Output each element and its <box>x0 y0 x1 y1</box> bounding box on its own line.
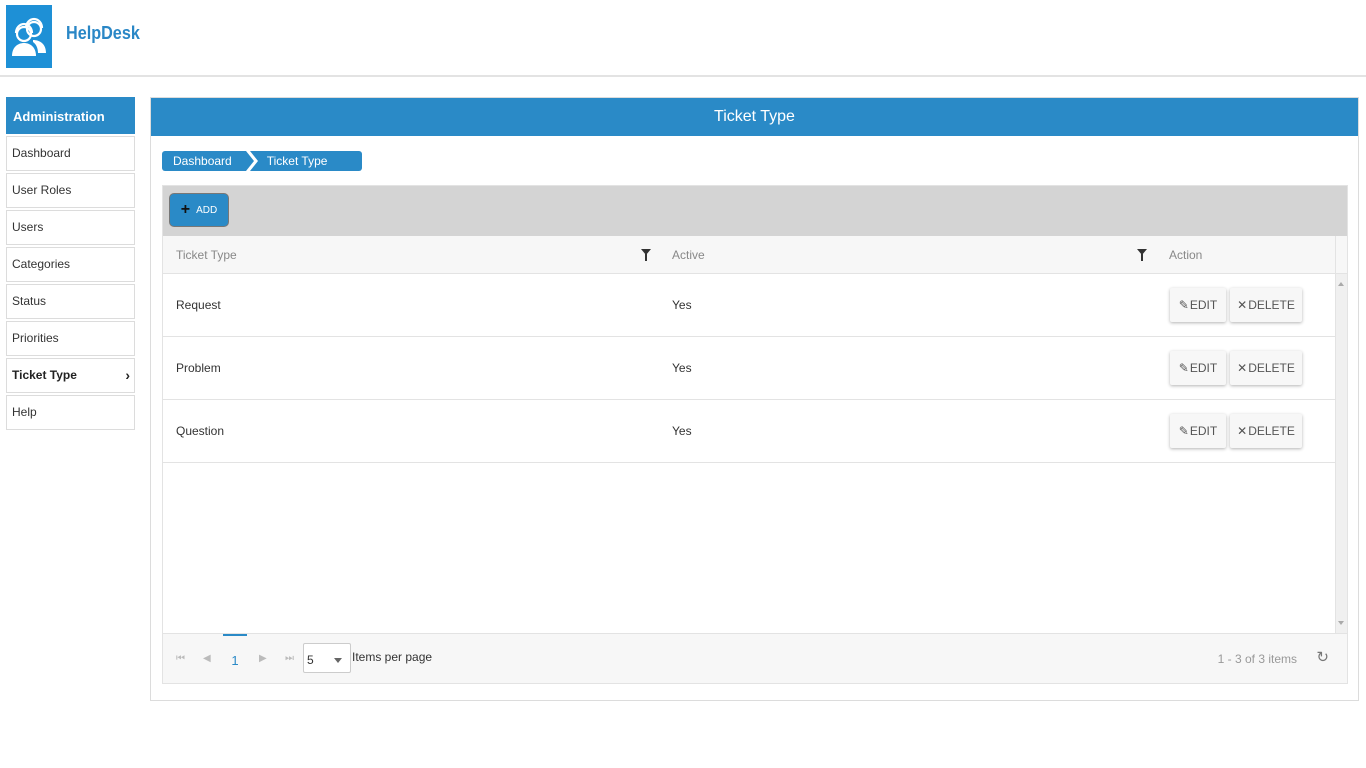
pencil-icon: ✎ <box>1178 361 1189 375</box>
sidebar-item-status[interactable]: Status <box>6 284 135 319</box>
pager-info: 1 - 3 of 3 items <box>1217 652 1297 666</box>
sidebar-item-ticket-type[interactable]: Ticket Type › <box>6 358 135 393</box>
delete-button[interactable]: ✕ DELETE <box>1230 414 1302 448</box>
delete-button[interactable]: ✕ DELETE <box>1230 351 1302 385</box>
chevron-down-icon <box>334 658 342 663</box>
chevron-right-icon: › <box>125 367 130 383</box>
sidebar-item-label: User Roles <box>12 183 72 197</box>
grid-pager: ⏮ ◀ 1 ▶ ⏭ 5 Items per page 1 - 3 of 3 it… <box>163 633 1347 683</box>
page-number-current[interactable]: 1 <box>223 634 247 684</box>
plus-icon: + <box>180 201 191 218</box>
cell-active: Yes <box>672 361 692 375</box>
grid-body: Request Yes ✎ EDIT ✕ DELETE Problem Yes ✎ E… <box>163 274 1335 633</box>
ticket-type-panel: Ticket Type Dashboard Ticket Type + ADD … <box>150 97 1359 701</box>
delete-label: DELETE <box>1248 361 1295 375</box>
page-title: Ticket Type <box>151 98 1358 136</box>
sidebar-item-label: Help <box>12 405 37 419</box>
header-scroll-spacer <box>1335 236 1347 274</box>
first-page-icon[interactable]: ⏮ <box>176 653 185 664</box>
grid-header: Ticket Type Active Action <box>163 236 1347 274</box>
cell-ticket-type: Question <box>176 424 225 438</box>
column-header-action: Action <box>1169 248 1203 262</box>
sidebar-heading: Administration <box>6 97 135 134</box>
app-title: HelpDesk <box>66 23 140 43</box>
admin-sidebar: Administration Dashboard User Roles User… <box>6 97 135 430</box>
cell-ticket-type: Problem <box>176 361 221 375</box>
edit-button[interactable]: ✎ EDIT <box>1170 288 1226 322</box>
sidebar-item-user-roles[interactable]: User Roles <box>6 173 135 208</box>
delete-button[interactable]: ✕ DELETE <box>1230 288 1302 322</box>
scroll-up-icon[interactable] <box>1338 282 1344 286</box>
edit-label: EDIT <box>1189 424 1218 438</box>
column-header-active[interactable]: Active <box>672 236 705 274</box>
vertical-scrollbar[interactable] <box>1335 274 1347 633</box>
sidebar-item-label: Users <box>12 220 44 234</box>
column-header-ticket-type[interactable]: Ticket Type <box>176 236 237 274</box>
edit-label: EDIT <box>1189 361 1218 375</box>
ticket-type-grid: + ADD Ticket Type Active Action Request … <box>162 185 1348 684</box>
pencil-icon: ✎ <box>1178 424 1189 438</box>
page-size-select[interactable]: 5 <box>303 643 351 673</box>
edit-label: EDIT <box>1189 298 1218 312</box>
add-button-label: ADD <box>196 204 218 216</box>
close-icon: ✕ <box>1237 298 1248 312</box>
delete-label: DELETE <box>1248 424 1295 438</box>
add-button[interactable]: + ADD <box>169 193 229 227</box>
table-row: Question Yes ✎ EDIT ✕ DELETE <box>163 400 1335 463</box>
table-row: Problem Yes ✎ EDIT ✕ DELETE <box>163 337 1335 400</box>
refresh-icon[interactable]: ↻ <box>1316 648 1329 666</box>
scroll-down-icon[interactable] <box>1338 621 1344 625</box>
cell-ticket-type: Request <box>176 298 221 312</box>
sidebar-item-users[interactable]: Users <box>6 210 135 245</box>
headset-users-icon[interactable] <box>6 5 52 68</box>
page-size-value: 5 <box>307 653 314 667</box>
pencil-icon: ✎ <box>1178 298 1189 312</box>
breadcrumb-ticket-type: Ticket Type <box>249 151 363 171</box>
previous-page-icon[interactable]: ◀ <box>203 653 211 664</box>
sidebar-item-label: Categories <box>12 257 71 271</box>
close-icon: ✕ <box>1237 424 1248 438</box>
breadcrumb: Dashboard Ticket Type <box>162 151 363 171</box>
grid-toolbar: + ADD <box>163 186 1347 236</box>
filter-icon[interactable] <box>641 249 651 261</box>
close-icon: ✕ <box>1237 361 1248 375</box>
delete-label: DELETE <box>1248 298 1295 312</box>
table-row: Request Yes ✎ EDIT ✕ DELETE <box>163 274 1335 337</box>
sidebar-item-categories[interactable]: Categories <box>6 247 135 282</box>
sidebar-item-label: Priorities <box>12 331 59 345</box>
filter-icon[interactable] <box>1137 249 1147 261</box>
items-per-page-label: Items per page <box>352 650 433 664</box>
sidebar-item-dashboard[interactable]: Dashboard <box>6 136 135 171</box>
top-bar: HelpDesk <box>0 0 1366 77</box>
breadcrumb-dashboard[interactable]: Dashboard <box>162 151 254 171</box>
sidebar-item-label: Ticket Type <box>12 368 77 382</box>
edit-button[interactable]: ✎ EDIT <box>1170 351 1226 385</box>
sidebar-item-label: Dashboard <box>12 146 71 160</box>
edit-button[interactable]: ✎ EDIT <box>1170 414 1226 448</box>
sidebar-item-label: Status <box>12 294 47 308</box>
next-page-icon[interactable]: ▶ <box>259 653 267 664</box>
sidebar-item-help[interactable]: Help <box>6 395 135 430</box>
sidebar-item-priorities[interactable]: Priorities <box>6 321 135 356</box>
cell-active: Yes <box>672 424 692 438</box>
last-page-icon[interactable]: ⏭ <box>285 653 294 664</box>
cell-active: Yes <box>672 298 692 312</box>
